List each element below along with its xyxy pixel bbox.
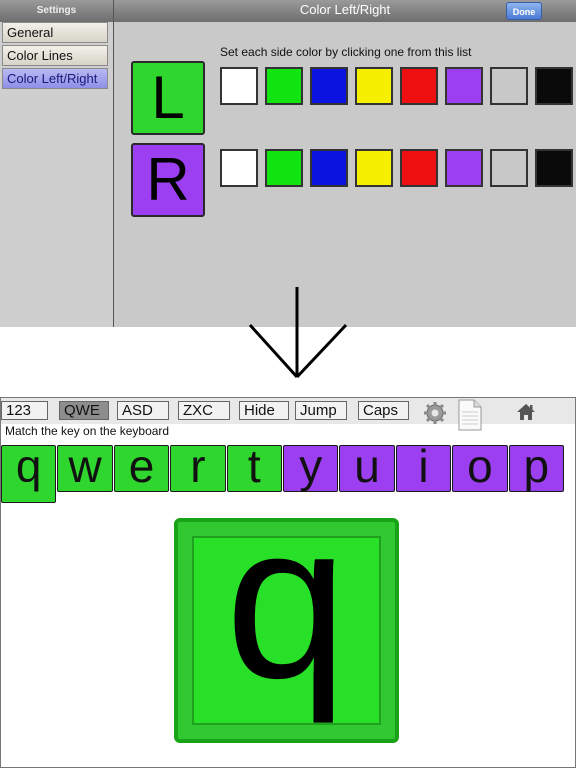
left-color-swatch[interactable] [445,67,483,105]
settings-sidebar: Settings General Color Lines Color Left/… [0,0,114,327]
sidebar-title: Settings [0,0,113,22]
right-color-swatch[interactable] [490,149,528,187]
right-side-color-button[interactable]: R [131,143,205,217]
left-color-swatch[interactable] [535,67,573,105]
gear-icon[interactable] [424,402,446,424]
right-color-swatch[interactable] [310,149,348,187]
caps-button[interactable]: Caps [358,401,409,420]
left-color-swatch[interactable] [400,67,438,105]
document-icon[interactable] [457,399,483,431]
down-arrow-icon [248,287,348,379]
keyboard-app: 123 QWE ASD ZXC Hide Jump Caps Match the… [0,397,576,768]
left-color-swatch[interactable] [265,67,303,105]
right-color-swatch[interactable] [445,149,483,187]
key-e[interactable]: e [113,445,170,492]
sidebar-item-color-left-right[interactable]: Color Left/Right [2,68,108,89]
key-r[interactable]: r [170,445,226,492]
settings-panel: Settings General Color Lines Color Left/… [0,0,576,327]
right-color-swatch[interactable] [355,149,393,187]
left-color-swatch[interactable] [310,67,348,105]
key-p[interactable]: p [508,445,564,492]
home-icon[interactable] [516,403,536,421]
right-color-swatch[interactable] [400,149,438,187]
tab-qwe[interactable]: QWE [59,401,109,420]
left-side-color-button[interactable]: L [131,61,205,135]
key-i[interactable]: i [395,445,452,492]
left-color-swatch[interactable] [220,67,258,105]
right-color-swatch[interactable] [265,149,303,187]
done-button[interactable]: Done [506,2,542,20]
right-color-swatch[interactable] [535,149,573,187]
settings-title-bar: Color Left/Right Done [114,0,576,22]
target-key: q [174,486,399,743]
key-u[interactable]: u [339,445,395,492]
instruction-text: Set each side color by clicking one from… [220,45,472,59]
tab-zxc[interactable]: ZXC [178,401,230,420]
left-color-swatch[interactable] [355,67,393,105]
key-o[interactable]: o [452,445,508,492]
hide-button[interactable]: Hide [239,401,289,420]
target-letter: q [225,478,348,724]
sidebar-item-general[interactable]: General [2,22,108,43]
sidebar-item-color-lines[interactable]: Color Lines [2,45,108,66]
left-color-swatch[interactable] [490,67,528,105]
key-w[interactable]: w [57,445,113,492]
key-q[interactable]: q [1,445,57,503]
right-color-swatch[interactable] [220,149,258,187]
jump-button[interactable]: Jump [295,401,347,420]
tab-asd[interactable]: ASD [117,401,169,420]
keyboard-toolbar: 123 QWE ASD ZXC Hide Jump Caps [1,398,575,431]
prompt-text: Match the key on the keyboard [5,424,170,438]
tab-123[interactable]: 123 [1,401,48,420]
